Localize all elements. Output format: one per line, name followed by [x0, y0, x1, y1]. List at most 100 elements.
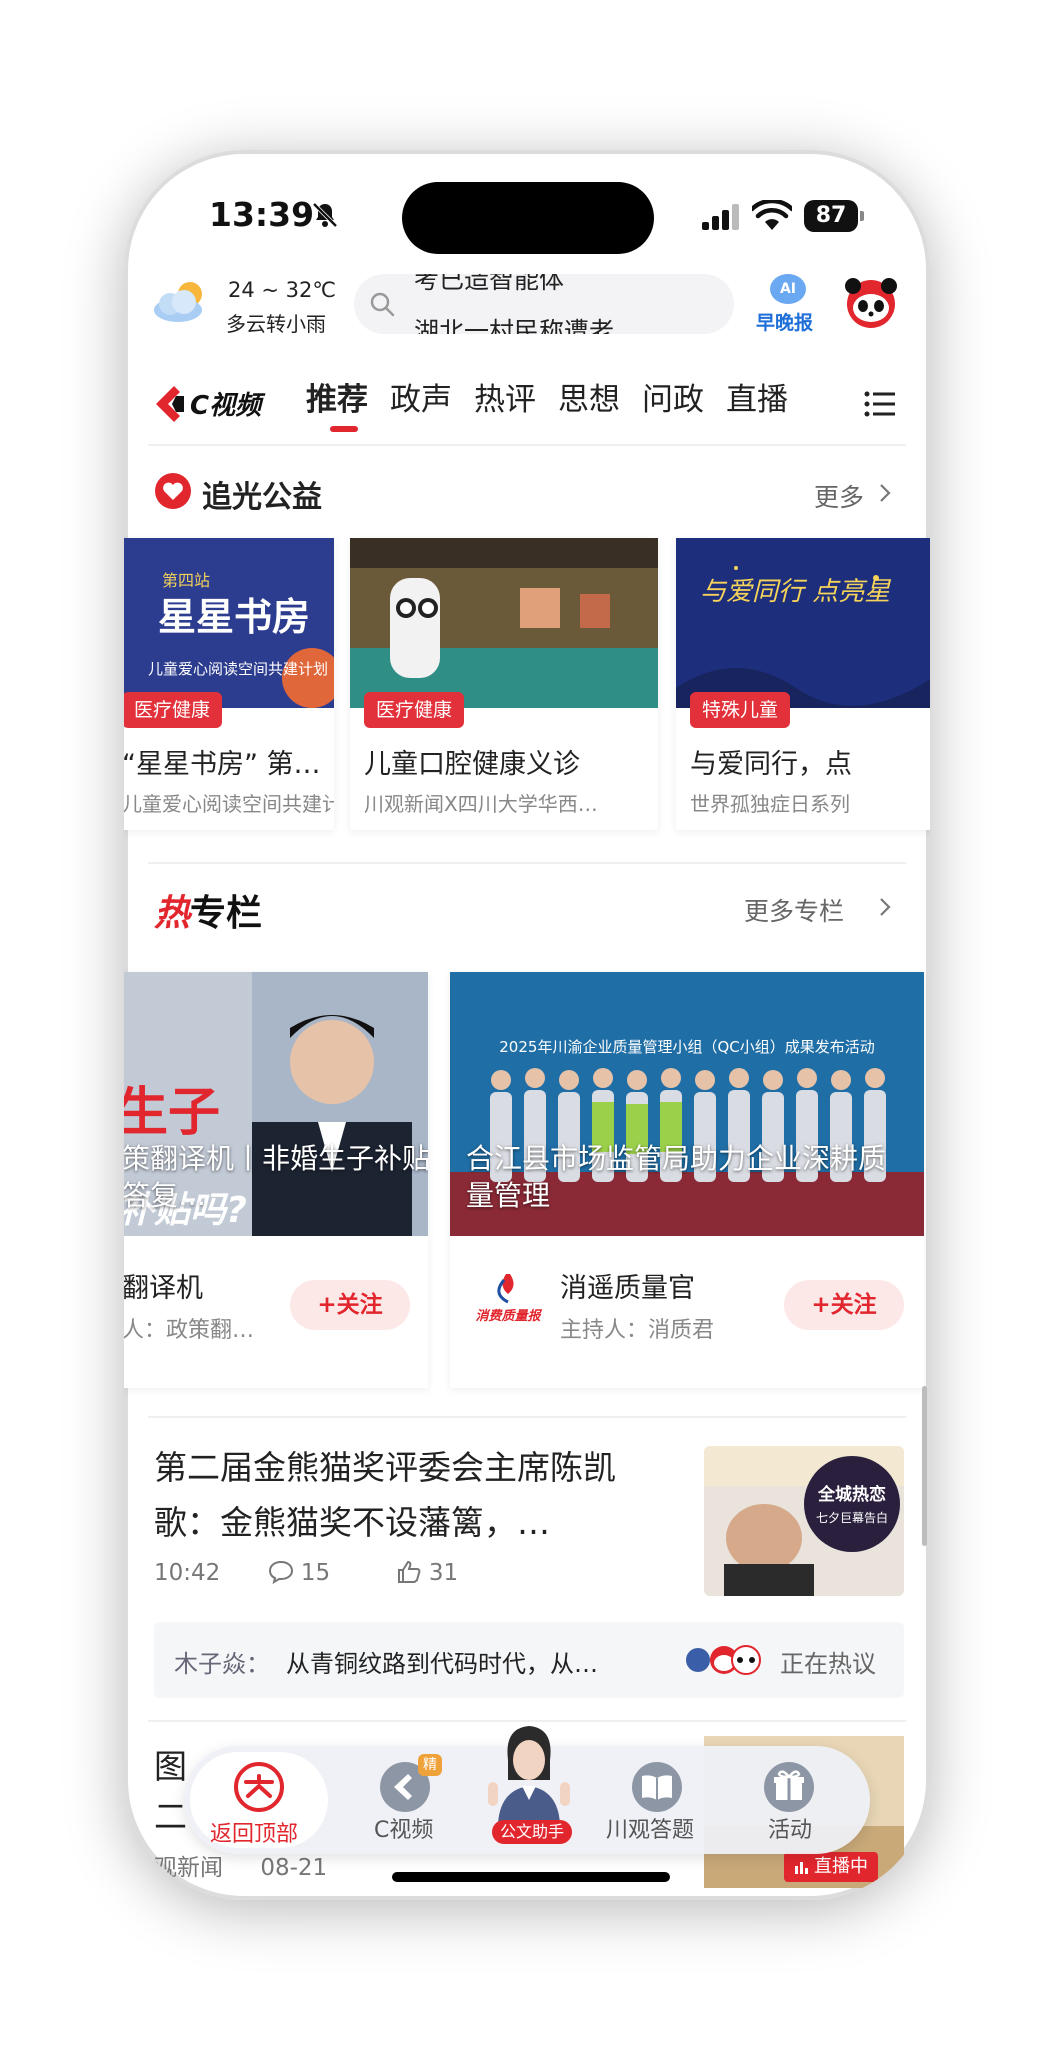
- charity-card-1-sub: 儿童爱心阅读空间共建计划: [124, 792, 334, 816]
- column-card-1-name: 翻译机: [124, 1273, 203, 1304]
- charity-card-2-sub: 川观新闻X四川大学华西…: [364, 792, 598, 816]
- column-card-1-image-text: 生子: [124, 1083, 220, 1143]
- news-1-comments: 15: [300, 1560, 331, 1586]
- charity-card-3-tag: 特殊儿童: [690, 692, 791, 728]
- cvideo-logo[interactable]: C视频: [152, 382, 292, 426]
- bottom-navigation: 返回顶部 精 C视频 公文助手 川观答题 活动: [184, 1726, 870, 1854]
- column-card-2[interactable]: 2025年川渝企业质量管理小组（QC小组）成果发布活动 合江县市场监管局助力企业…: [450, 972, 924, 1388]
- search-icon: [370, 292, 395, 317]
- columns-word: 专栏: [190, 893, 263, 934]
- tab-zhengsheng[interactable]: 政声: [390, 374, 452, 419]
- comment-icon: [268, 1560, 293, 1585]
- charity-more-link[interactable]: 更多: [814, 478, 864, 514]
- charity-card-1-image-sub: 儿童爱心阅读空间共建计划: [148, 660, 328, 678]
- column-card-2-caption: 合江县市场监管局助力企业深耕质量管理: [466, 1142, 887, 1212]
- consumer-quality-logo-text: 消费质量报: [475, 1308, 542, 1324]
- charity-card-2-title: 儿童口腔健康义诊: [364, 749, 580, 780]
- battery-indicator: 87: [804, 200, 864, 232]
- charity-card-1-image: 第四站 星星书房 儿童爱心阅读空间共建计划: [124, 538, 334, 708]
- tab-repin[interactable]: 热评: [474, 374, 536, 419]
- like-thumb-icon: [397, 1560, 420, 1583]
- news-1-time: 10:42: [154, 1560, 221, 1586]
- live-bars-icon: [795, 1862, 808, 1874]
- ai-badge-icon: AI: [770, 274, 806, 304]
- chevron-right-icon: [880, 484, 891, 502]
- panda-avatar-icon[interactable]: [844, 276, 898, 328]
- ai-brief-button[interactable]: AI 早晚报: [756, 274, 820, 336]
- news-1-likes: 31: [428, 1560, 459, 1586]
- charity-card-1-kicker: 第四站: [162, 571, 210, 590]
- live-badge-label: 直播中: [814, 1856, 868, 1877]
- follow-button-2[interactable]: +关注: [784, 1280, 904, 1330]
- section-divider: [148, 862, 906, 864]
- scrollbar[interactable]: [922, 1386, 927, 1546]
- activity-nav-label: 活动: [768, 1818, 813, 1843]
- column-card-2-host: 主持人：消质君: [560, 1318, 715, 1343]
- home-indicator[interactable]: [392, 1872, 670, 1882]
- chevron-right-icon: [880, 898, 891, 916]
- ai-brief-label: 早晚报: [756, 312, 814, 334]
- cvideo-nav-label: C视频: [374, 1818, 434, 1843]
- assistant-avatar-icon: [488, 1726, 570, 1824]
- charity-card-1[interactable]: 第四站 星星书房 儿童爱心阅读空间共建计划 医疗健康 “星星书房” 第… 儿童爱…: [124, 538, 334, 830]
- tab-recommend[interactable]: 推荐: [306, 374, 368, 419]
- nav-writing-assistant[interactable]: 公文助手: [474, 1720, 584, 1854]
- active-tab-indicator: [330, 426, 358, 432]
- news-1-thumb-text2: 七夕巨幕告白: [816, 1510, 888, 1525]
- tab-live[interactable]: 直播: [726, 374, 788, 419]
- news-2-title-line1[interactable]: 图: [154, 1740, 187, 1788]
- quiz-nav-label: 川观答题: [606, 1818, 695, 1843]
- news-2-source: 观新闻: [154, 1855, 223, 1881]
- bell-muted-icon: [312, 202, 338, 228]
- follow-button-1[interactable]: +关注: [290, 1280, 410, 1330]
- charity-card-3[interactable]: 与爱同行 点亮星 特殊儿童 与爱同行，点 世界孤独症日系列: [676, 538, 930, 830]
- more-columns-link[interactable]: 更多专栏: [744, 892, 844, 928]
- charity-card-2[interactable]: 医疗健康 儿童口腔健康义诊 川观新闻X四川大学华西…: [350, 538, 658, 830]
- nav-quiz[interactable]: 川观答题: [596, 1746, 716, 1854]
- news-1-title[interactable]: 第二届金熊猫奖评委会主席陈凯歌：金熊猫奖不设藩篱，…: [154, 1440, 664, 1550]
- participant-avatars: [686, 1645, 761, 1675]
- charity-card-1-tag: 医疗健康: [124, 692, 223, 728]
- search-hint-prev: 考已造智能体: [414, 274, 565, 294]
- tab-wenzheng[interactable]: 问政: [642, 374, 704, 419]
- nav-activity[interactable]: 活动: [742, 1746, 842, 1854]
- cvideo-featured-badge: 精: [418, 1754, 442, 1776]
- assistant-nav-label: 公文助手: [492, 1820, 573, 1844]
- search-bar[interactable]: 考已造智能体 湖北一村民称遭老: [354, 274, 734, 334]
- column-card-1[interactable]: 生子 补贴吗? 策翻译机丨非婚生子补贴吗？权威答复… 翻译机 人：政策翻… +关…: [124, 972, 428, 1388]
- back-to-top-label: 返回顶部: [210, 1822, 299, 1847]
- news-1-thumb-text: 全城热恋: [817, 1484, 886, 1505]
- column-card-2-banner-text: 2025年川渝企业质量管理小组（QC小组）成果发布活动: [499, 1038, 874, 1056]
- hot-discussion-user: 木子焱：: [174, 1650, 270, 1678]
- news-2-title-line2[interactable]: 二: [154, 1790, 187, 1838]
- news-1-thumbnail: 全城热恋 七夕巨幕告白: [704, 1446, 904, 1596]
- hot-discussion-status: 正在热议: [780, 1650, 876, 1678]
- svg-text:C视频: C视频: [190, 391, 266, 421]
- section-title-charity: 追光公益: [202, 480, 322, 515]
- nav-cvideo[interactable]: 精 C视频: [356, 1746, 456, 1854]
- back-to-top-button[interactable]: 返回顶部: [190, 1752, 328, 1848]
- hot-word: 热: [154, 893, 191, 934]
- consumer-quality-logo: 消费质量报: [475, 1274, 542, 1324]
- charity-heart-icon: [155, 473, 191, 509]
- wifi-icon: [752, 200, 792, 230]
- weather-cloud-sun-icon: [154, 282, 202, 322]
- column-card-1-caption: 策翻译机丨非婚生子补贴吗？权威答复…: [124, 1142, 428, 1212]
- menu-list-icon[interactable]: [864, 390, 896, 418]
- charity-card-3-title: 与爱同行，点: [690, 749, 852, 780]
- back-to-top-icon: [234, 1762, 284, 1812]
- dynamic-island: [402, 182, 654, 254]
- gift-icon: [764, 1762, 814, 1812]
- cellular-signal-icon: [702, 204, 739, 230]
- charity-card-2-image: [350, 538, 658, 708]
- news-2-date: 08-21: [260, 1855, 328, 1881]
- column-card-2-name: 消遥质量官: [560, 1273, 695, 1304]
- section-title-hot-columns: 热专栏: [154, 884, 262, 936]
- hot-discussion-text: 从青铜纹路到代码时代，从…: [286, 1650, 598, 1678]
- search-hint-next: 湖北一村民称遭老: [414, 317, 615, 334]
- hot-discussion-bar[interactable]: 木子焱： 从青铜纹路到代码时代，从… 正在热议: [154, 1622, 904, 1698]
- column-card-1-host: 人：政策翻…: [124, 1318, 255, 1343]
- charity-card-3-image-text: 与爱同行 点亮星: [700, 577, 891, 607]
- news-1-meta: 10:42 15 31: [154, 1560, 458, 1586]
- tab-sixiang[interactable]: 思想: [558, 374, 620, 419]
